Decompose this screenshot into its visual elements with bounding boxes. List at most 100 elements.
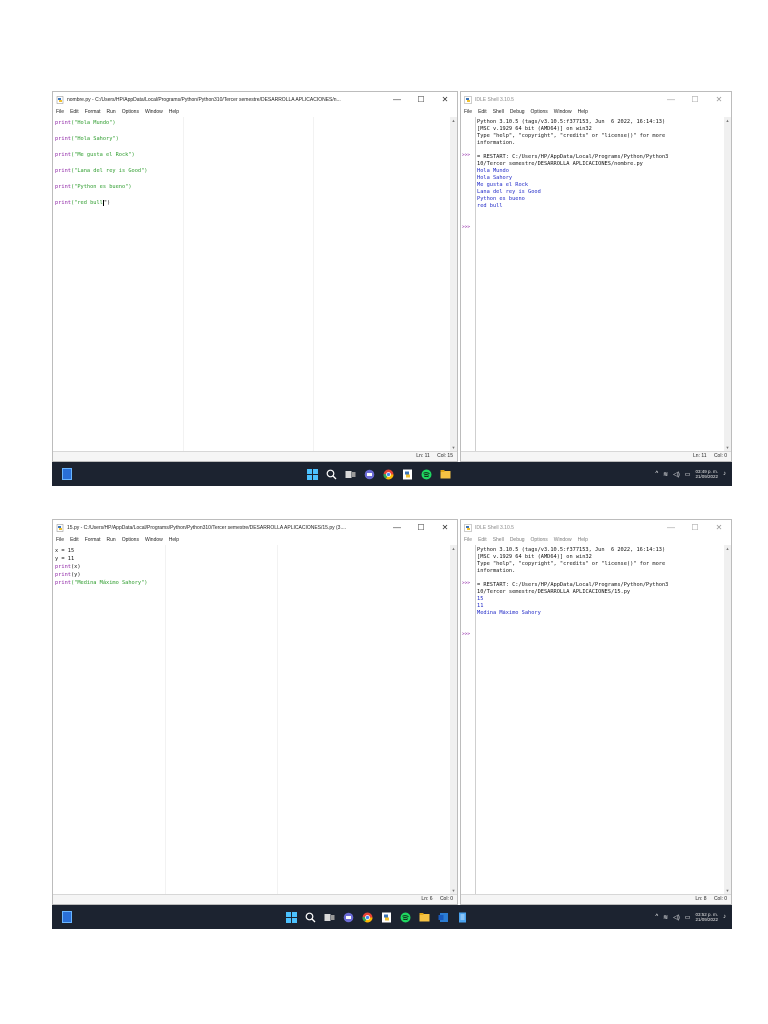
chevron-up-icon[interactable]: ^ [655,471,658,477]
scroll-up-icon[interactable]: ▲ [724,546,731,551]
menu-file[interactable]: File [464,109,472,115]
code-editor[interactable]: print("Hola Mundo") print("Hola Sahory") p… [53,117,450,451]
scroll-up-icon[interactable]: ▲ [724,118,731,123]
editor-window[interactable]: nombre.py - C:/Users/HP/AppData/Local/Pr… [52,91,458,462]
menu-help[interactable]: Help [578,109,588,115]
file-explorer-icon[interactable] [438,467,453,481]
search-icon[interactable] [324,467,339,481]
minimize-button[interactable]: — [385,95,409,104]
menu-file[interactable]: File [464,537,472,543]
shell-window[interactable]: IDLE Shell 3.10.5 — ☐ ✕ File Edit Shell … [460,519,732,905]
scroll-down-icon[interactable]: ▼ [450,445,457,450]
widgets-icon[interactable] [60,467,74,481]
vertical-scrollbar[interactable]: ▲ ▼ [450,545,457,894]
idle-icon[interactable] [400,467,415,481]
menu-format[interactable]: Format [85,537,101,543]
menu-options[interactable]: Options [122,109,139,115]
menu-help[interactable]: Help [169,109,179,115]
close-button[interactable]: ✕ [707,95,731,104]
shell-info-line: = RESTART: C:/Users/HP/AppData/Local/Pro… [477,582,669,588]
vertical-scrollbar[interactable]: ▲ ▼ [450,117,457,451]
wifi-icon[interactable]: ≋ [663,914,668,921]
file-explorer-icon[interactable] [417,910,432,924]
menu-window[interactable]: Window [145,109,163,115]
menu-shell[interactable]: Shell [493,537,504,543]
battery-icon[interactable]: ▭ [685,914,691,921]
maximize-button[interactable]: ☐ [683,95,707,104]
battery-icon[interactable]: ▭ [685,471,691,478]
windows-start-icon[interactable] [305,467,320,481]
shell-info-line: Type "help", "copyright", "credits" or "… [477,561,666,567]
scroll-down-icon[interactable]: ▼ [724,445,731,450]
shell-titlebar[interactable]: IDLE Shell 3.10.5 — ☐ ✕ [461,520,731,535]
chrome-icon[interactable] [381,467,396,481]
chat-icon[interactable] [362,467,377,481]
vertical-scrollbar[interactable]: ▲ ▼ [724,545,731,894]
menu-edit[interactable]: Edit [478,537,487,543]
spotify-icon[interactable] [419,467,434,481]
task-view-icon[interactable] [343,467,358,481]
minimize-button[interactable]: — [385,523,409,532]
close-button[interactable]: ✕ [433,95,457,104]
menu-window[interactable]: Window [145,537,163,543]
menu-format[interactable]: Format [85,109,101,115]
maximize-button[interactable]: ☐ [409,523,433,532]
menu-options[interactable]: Options [122,537,139,543]
shell-output-line: 15 [477,596,484,602]
maximize-button[interactable]: ☐ [409,95,433,104]
notepad-icon[interactable] [455,910,470,924]
chevron-up-icon[interactable]: ^ [655,914,658,920]
menu-edit[interactable]: Edit [478,109,487,115]
maximize-button[interactable]: ☐ [683,523,707,532]
scroll-up-icon[interactable]: ▲ [450,118,457,123]
editor-window[interactable]: 15.py - C:/Users/HP/AppData/Local/Progra… [52,519,458,905]
menu-options[interactable]: Options [531,109,548,115]
notification-icon[interactable]: ♪ [723,471,726,477]
windows-start-icon[interactable] [284,910,299,924]
menu-edit[interactable]: Edit [70,537,79,543]
minimize-button[interactable]: — [659,95,683,104]
wifi-icon[interactable]: ≋ [663,471,668,478]
menu-file[interactable]: File [56,109,64,115]
shell-output[interactable]: Python 3.10.5 (tags/v3.10.5:f377153, Jun… [477,117,724,451]
menu-options[interactable]: Options [531,537,548,543]
menu-file[interactable]: File [56,537,64,543]
menu-edit[interactable]: Edit [70,109,79,115]
menu-run[interactable]: Run [107,109,116,115]
shell-titlebar[interactable]: IDLE Shell 3.10.5 — ☐ ✕ [461,92,731,107]
clock[interactable]: 03:49 p. m. 21/09/2022 [695,469,718,479]
scroll-down-icon[interactable]: ▼ [724,888,731,893]
minimize-button[interactable]: — [659,523,683,532]
widgets-icon[interactable] [60,910,74,924]
notification-icon[interactable]: ♪ [723,914,726,920]
menu-run[interactable]: Run [107,537,116,543]
clock[interactable]: 03:52 p. m. 21/09/2022 [695,912,718,922]
chat-icon[interactable] [341,910,356,924]
vertical-scrollbar[interactable]: ▲ ▼ [724,117,731,451]
menu-help[interactable]: Help [169,537,179,543]
scroll-down-icon[interactable]: ▼ [450,888,457,893]
menu-debug[interactable]: Debug [510,109,525,115]
menu-window[interactable]: Window [554,109,572,115]
spotify-icon[interactable] [398,910,413,924]
shell-window[interactable]: IDLE Shell 3.10.5 — ☐ ✕ File Edit Shell … [460,91,732,462]
editor-titlebar[interactable]: 15.py - C:/Users/HP/AppData/Local/Progra… [53,520,457,535]
chrome-icon[interactable] [360,910,375,924]
menu-debug[interactable]: Debug [510,537,525,543]
idle-icon[interactable] [379,910,394,924]
close-button[interactable]: ✕ [433,523,457,532]
menu-help[interactable]: Help [578,537,588,543]
shell-output[interactable]: Python 3.10.5 (tags/v3.10.5:f377153, Jun… [477,545,724,894]
task-view-icon[interactable] [322,910,337,924]
volume-icon[interactable]: ◁) [673,471,680,478]
scroll-up-icon[interactable]: ▲ [450,546,457,551]
search-icon[interactable] [303,910,318,924]
menu-window[interactable]: Window [554,537,572,543]
close-button[interactable]: ✕ [707,523,731,532]
menu-shell[interactable]: Shell [493,109,504,115]
editor-titlebar[interactable]: nombre.py - C:/Users/HP/AppData/Local/Pr… [53,92,457,107]
word-icon[interactable] [436,910,451,924]
code-editor[interactable]: x = 15 y = 11 print(x) print(y) print("Medin… [53,545,450,894]
volume-icon[interactable]: ◁) [673,914,680,921]
